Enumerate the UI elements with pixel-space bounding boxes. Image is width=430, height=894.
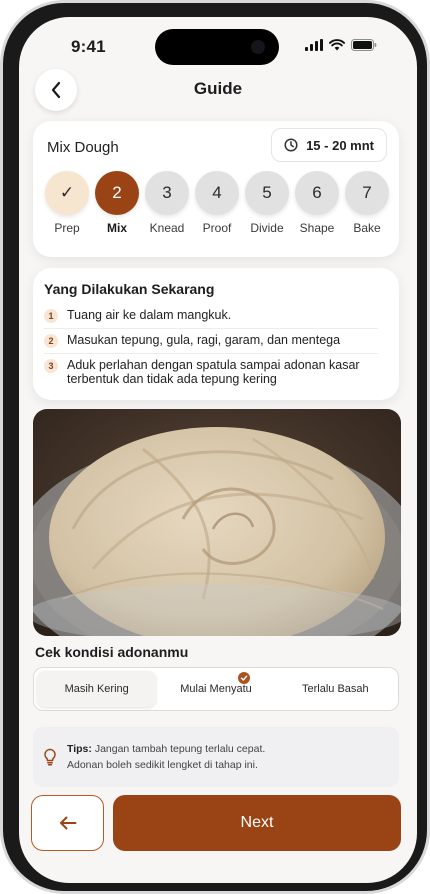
step-label: Divide [250,221,284,235]
wifi-icon [329,39,345,51]
step-label: Shape [299,221,335,235]
phone-frame: 9:41 Guide Mix Dough 15 - 20 mnt ✓ Prep … [0,0,430,894]
battery-icon [351,39,377,51]
step-proof[interactable]: 4 Proof [193,171,241,235]
arrow-left-icon [59,816,76,830]
step-label: Knead [149,221,185,235]
dough-photo [33,409,401,636]
next-button[interactable]: Next [113,795,401,851]
option-label: Mulai Menyatu [180,683,252,695]
step-shape[interactable]: 6 Shape [293,171,341,235]
status-time: 9:41 [71,37,106,56]
tips-text: Tips: Jangan tambah tepung terlalu cepat… [67,741,265,773]
step-label: Prep [54,221,80,235]
clock-icon [284,138,298,152]
list-item: 3 Aduk perlahan dengan spatula sampai ado… [44,354,378,391]
step-circle: 4 [195,171,239,215]
option-terlalu-basah[interactable]: Terlalu Basah [276,671,395,707]
item-text: Tuang air ke dalam mangkuk. [67,308,232,322]
step-divide[interactable]: 5 Divide [243,171,291,235]
step-knead[interactable]: 3 Knead [143,171,191,235]
list-item: 2 Masukan tepung, gula, ragi, garam, dan … [44,329,378,354]
signal-icon [305,39,323,51]
status-icons [305,39,377,51]
tips-line-2: Adonan boleh sedikit lengket di tahap in… [67,759,258,771]
step-circle: ✓ [45,171,89,215]
tips-label: Tips: [67,743,92,755]
step-circle: 7 [345,171,389,215]
dynamic-island [155,29,279,65]
condition-title: Cek kondisi adonanmu [35,644,189,660]
item-number: 1 [44,309,58,323]
check-badge-icon [237,672,250,684]
phone-bezel: 9:41 Guide Mix Dough 15 - 20 mnt ✓ Prep … [3,3,427,891]
previous-button[interactable] [31,795,104,851]
step-card: Mix Dough 15 - 20 mnt ✓ Prep 2 Mix 3 Knead … [33,121,399,257]
option-label: Masih Kering [64,683,129,695]
item-number: 3 [44,359,58,373]
task-list: 1 Tuang air ke dalam mangkuk. 2 Masukan te… [44,304,378,391]
page-title: Guide [193,79,243,98]
item-text: Masukan tepung, gula, ragi, garam, dan m… [67,333,341,347]
duration-text: 15 - 20 mnt [306,137,374,153]
step-label: Proof [202,221,232,235]
condition-selector: Masih Kering Mulai Menyatu Terlalu Basah [33,667,399,711]
tips-box: Tips: Jangan tambah tepung terlalu cepat… [33,727,399,787]
step-bake[interactable]: 7 Bake [343,171,391,235]
option-masih-kering[interactable]: Masih Kering [37,671,157,707]
current-task-title: Yang Dilakukan Sekarang [44,281,215,297]
step-label: Bake [353,221,381,235]
current-task-card: Yang Dilakukan Sekarang 1 Tuang air ke da… [33,268,399,400]
dough-image [33,409,401,636]
step-circle: 3 [145,171,189,215]
step-circle: 5 [245,171,289,215]
item-number: 2 [44,334,58,348]
screen: 9:41 Guide Mix Dough 15 - 20 mnt ✓ Prep … [19,17,417,883]
camera-icon [251,40,265,54]
step-tracker: ✓ Prep 2 Mix 3 Knead 4 Proof 5 Divide 6 Shape … [43,171,391,235]
tips-line-1: Jangan tambah tepung terlalu cepat. [94,743,266,755]
step-label: Mix [106,221,127,235]
duration-badge: 15 - 20 mnt [271,128,387,162]
item-text: Aduk perlahan dengan spatula sampai adon… [67,358,360,386]
step-title: Mix Dough [47,139,119,156]
step-circle: 6 [295,171,339,215]
option-label: Terlalu Basah [301,683,369,695]
list-item: 1 Tuang air ke dalam mangkuk. [44,304,378,329]
option-mulai-menyatu[interactable]: Mulai Menyatu [156,671,275,707]
step-circle: 2 [95,171,139,215]
step-mix[interactable]: 2 Mix [93,171,141,235]
step-prep[interactable]: ✓ Prep [43,171,91,235]
lightbulb-icon [44,748,56,766]
header: Guide [19,69,417,113]
